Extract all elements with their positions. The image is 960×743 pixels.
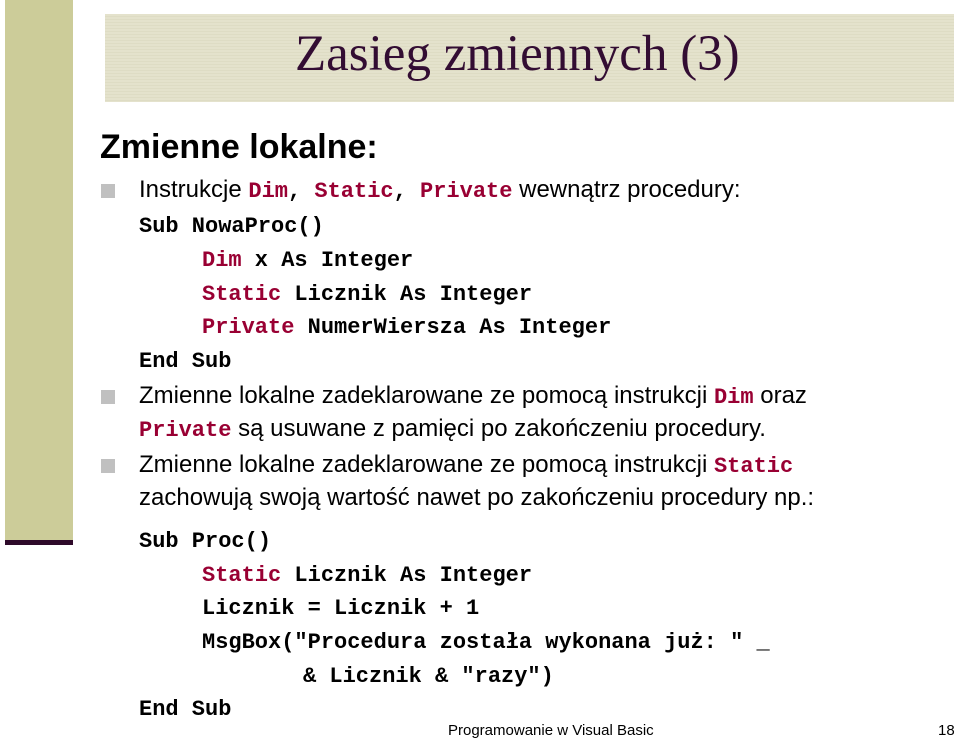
separator: , — [287, 179, 315, 204]
code-line: Static Licznik As Integer — [202, 562, 532, 590]
bullet-1-suffix: wewnątrz procedury: — [512, 176, 741, 203]
bullet-1-prefix: Instrukcje — [139, 176, 249, 203]
code-text: NumerWiersza As Integer — [294, 315, 612, 340]
code-keyword: Static — [202, 563, 282, 588]
code-line: Static Licznik As Integer — [202, 281, 532, 309]
bullet-text-3: Zmienne lokalne zadeklarowane ze pomocą … — [139, 450, 793, 482]
code-line: Licznik = Licznik + 1 — [202, 596, 480, 621]
code-text: x As Integer — [241, 248, 414, 273]
keyword-private: Private — [420, 179, 513, 204]
code-keyword: Dim — [202, 248, 242, 273]
separator: , — [393, 179, 421, 204]
bullet-text-1: Instrukcje Dim, Static, Private wewnątrz… — [139, 175, 741, 207]
bullet-marker-1 — [101, 184, 115, 198]
bullet-3-text: zachowują swoją wartość nawet po zakończ… — [139, 484, 815, 511]
keyword-dim: Dim — [713, 385, 754, 410]
code-text: Licznik As Integer — [281, 282, 533, 307]
keyword-private: Private — [139, 418, 232, 443]
bullet-text-2: Zmienne lokalne zadeklarowane ze pomocą … — [139, 381, 807, 413]
code-keyword: Static — [202, 282, 282, 307]
code-line: Sub NowaProc() — [139, 214, 324, 239]
code-line: & Licznik & ″razy″) — [303, 664, 554, 689]
sidebar-rule — [5, 540, 73, 545]
code-line: End Sub — [139, 349, 232, 374]
bullet-text-2-cont: Private są usuwane z pamięci po zakończe… — [139, 414, 766, 446]
slide-title: Zasieg zmiennych (3) — [295, 26, 740, 82]
keyword-static: Static — [713, 454, 794, 479]
bullet-2-text: oraz — [753, 382, 807, 409]
code-line: Dim x As Integer — [202, 247, 413, 275]
code-line: Sub Proc() — [139, 529, 272, 554]
bullet-marker-3 — [101, 459, 115, 473]
bullet-2-text: Zmienne lokalne zadeklarowane ze pomocą … — [139, 382, 714, 409]
code-text: Licznik As Integer — [281, 563, 533, 588]
code-line: Private NumerWiersza As Integer — [202, 314, 611, 342]
footer-text: Programowanie w Visual Basic — [448, 722, 654, 739]
code-line: End Sub — [139, 697, 232, 722]
bullet-3-text: Zmienne lokalne zadeklarowane ze pomocą … — [139, 451, 714, 478]
keyword-static: Static — [314, 179, 394, 204]
keyword-dim: Dim — [248, 179, 288, 204]
bullet-marker-2 — [101, 390, 115, 404]
section-heading: Zmienne lokalne: — [100, 128, 378, 166]
page-number: 18 — [938, 722, 955, 739]
code-line: MsgBox(″Procedura została wykonana już: … — [202, 630, 770, 655]
code-keyword: Private — [202, 315, 295, 340]
bullet-2-text: są usuwane z pamięci po zakończeniu proc… — [231, 415, 766, 442]
bullet-text-3-cont: zachowują swoją wartość nawet po zakończ… — [139, 483, 814, 513]
sidebar-accent-bar — [5, 0, 73, 540]
